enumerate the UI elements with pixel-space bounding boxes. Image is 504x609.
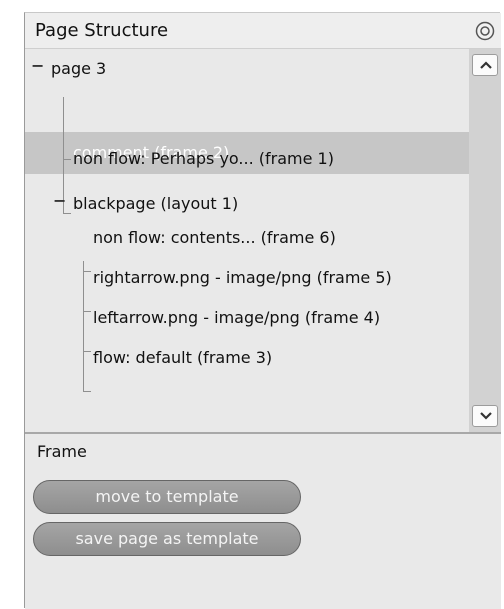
tree-line [83, 261, 84, 391]
tree-line [83, 271, 91, 272]
tree-node-non-flow[interactable]: non flow: Perhaps yo... (frame 1) [73, 142, 334, 176]
tree-node-rightarrow[interactable]: rightarrow.png - image/png (frame 5) [93, 261, 392, 295]
tree-node-blackpage[interactable]: blackpage (layout 1) [73, 187, 238, 221]
collapse-toggle-icon[interactable]: − [31, 56, 44, 75]
circle-close-icon[interactable] [475, 21, 495, 41]
frame-section: Frame move to template save page as temp… [25, 434, 501, 609]
panel-title: Page Structure [35, 20, 169, 41]
panel-header: Page Structure [25, 13, 501, 49]
tree-node-flow-default[interactable]: flow: default (frame 3) [93, 341, 272, 375]
tree-line [63, 159, 71, 160]
tree-line [83, 311, 91, 312]
chevron-up-icon [480, 61, 492, 69]
tree-scrollbar[interactable] [469, 49, 501, 432]
tree-node-contents[interactable]: non flow: contents... (frame 6) [93, 221, 336, 255]
scroll-up-button[interactable] [472, 54, 498, 76]
page-structure-panel: Page Structure − page 3 comment (frame 2… [24, 12, 501, 609]
tree-line [83, 391, 91, 392]
tree-line [83, 351, 91, 352]
tree-node-page[interactable]: page 3 [51, 52, 106, 86]
tree-node-leftarrow[interactable]: leftarrow.png - image/png (frame 4) [93, 301, 380, 335]
move-to-template-button[interactable]: move to template [33, 480, 301, 514]
scroll-down-button[interactable] [472, 405, 498, 427]
tree-line [63, 213, 71, 214]
structure-tree: − page 3 comment (frame 2) non flow: Per… [25, 49, 469, 432]
collapse-toggle-icon[interactable]: − [53, 191, 66, 210]
save-page-as-template-button[interactable]: save page as template [33, 522, 301, 556]
chevron-down-icon [480, 412, 492, 420]
frame-section-label: Frame [37, 442, 87, 461]
